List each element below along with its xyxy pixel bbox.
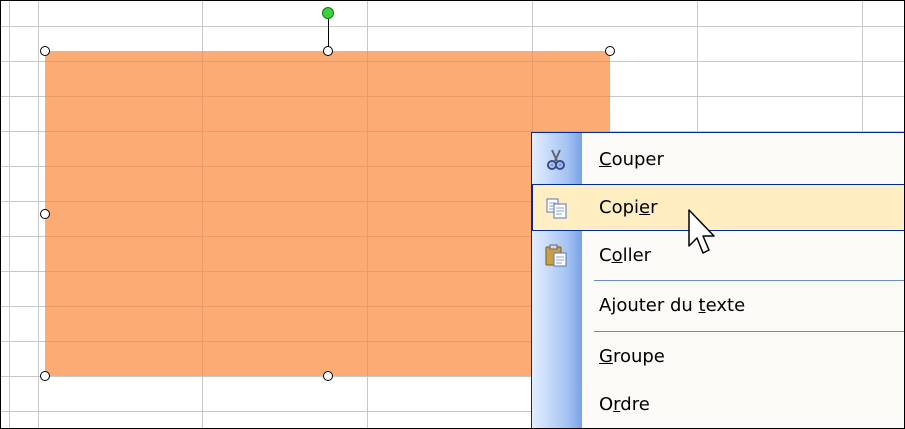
context-menu: Couper Copier Coller Ajouter du texte Gr…: [531, 132, 904, 428]
menu-item-order[interactable]: Ordre: [532, 381, 904, 428]
menu-item-add-text[interactable]: Ajouter du texte: [532, 282, 904, 329]
resize-handle-top-left[interactable]: [40, 46, 50, 56]
rotation-stem: [328, 17, 329, 47]
menu-item-label: Copier: [599, 197, 658, 218]
menu-item-copy[interactable]: Copier: [532, 184, 904, 231]
paste-icon: [544, 243, 568, 267]
menu-item-label: Coller: [599, 245, 652, 266]
menu-separator: [594, 280, 904, 281]
menu-item-paste[interactable]: Coller: [532, 232, 904, 279]
menu-item-label: Ajouter du texte: [599, 295, 746, 316]
menu-item-label: Couper: [599, 149, 664, 170]
resize-handle-bottom-left[interactable]: [40, 371, 50, 381]
copy-icon: [545, 196, 569, 220]
resize-handle-bottom-middle[interactable]: [323, 371, 333, 381]
resize-handle-middle-left[interactable]: [40, 209, 50, 219]
menu-item-cut[interactable]: Couper: [532, 136, 904, 183]
scissors-icon: [544, 148, 568, 172]
menu-item-group[interactable]: Groupe: [532, 333, 904, 380]
rotation-handle[interactable]: [322, 7, 334, 19]
spreadsheet-window: Couper Copier Coller Ajouter du texte Gr…: [0, 0, 905, 429]
menu-item-label: Groupe: [599, 346, 665, 367]
rectangle-shape[interactable]: [45, 51, 610, 376]
mouse-pointer-icon: [688, 209, 715, 254]
menu-separator: [594, 331, 904, 332]
resize-handle-top-right[interactable]: [605, 46, 615, 56]
resize-handle-top-middle[interactable]: [323, 46, 333, 56]
menu-item-label: Ordre: [599, 394, 650, 415]
